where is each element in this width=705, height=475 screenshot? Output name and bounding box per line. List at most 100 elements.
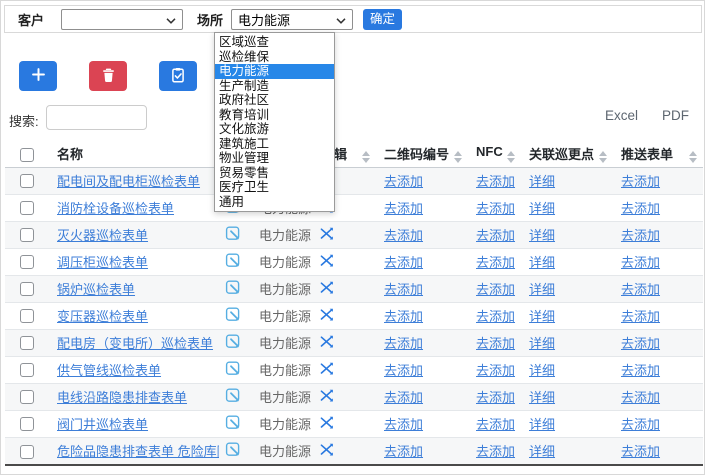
export-excel-button[interactable]: Excel	[605, 108, 638, 123]
push-add-link[interactable]: 去添加	[621, 282, 660, 297]
push-add-link[interactable]: 去添加	[621, 255, 660, 270]
row-checkbox[interactable]	[20, 390, 34, 404]
qr-add-link[interactable]: 去添加	[384, 309, 423, 324]
patrol-detail-link[interactable]: 详细	[529, 228, 555, 243]
patrol-detail-link[interactable]: 详细	[529, 282, 555, 297]
form-name-link[interactable]: 危险品隐患排查表单 危险库隐患	[57, 444, 219, 459]
patrol-detail-link[interactable]: 详细	[529, 363, 555, 378]
form-name-link[interactable]: 调压柜巡检表单	[57, 255, 148, 270]
form-name-link[interactable]: 消防栓设备巡检表单	[57, 201, 174, 216]
edit-shuffle-icon[interactable]	[319, 361, 334, 379]
edit-shuffle-icon[interactable]	[319, 442, 334, 460]
qr-add-link[interactable]: 去添加	[384, 174, 423, 189]
column-header[interactable]: NFC	[468, 141, 521, 167]
nfc-add-link[interactable]: 去添加	[476, 309, 515, 324]
row-checkbox[interactable]	[20, 445, 34, 459]
preview-icon[interactable]	[225, 414, 241, 433]
venue-option[interactable]: 巡检维保	[215, 50, 334, 65]
review-forms-button[interactable]	[159, 61, 197, 91]
delete-button[interactable]	[89, 61, 127, 91]
nfc-add-link[interactable]: 去添加	[476, 228, 515, 243]
confirm-button[interactable]: 确定	[363, 9, 402, 30]
venue-option[interactable]: 医疗卫生	[215, 180, 334, 195]
column-header[interactable]: 名称	[49, 141, 219, 167]
edit-shuffle-icon[interactable]	[319, 388, 334, 406]
sort-arrows-icon[interactable]	[689, 151, 697, 163]
push-add-link[interactable]: 去添加	[621, 174, 660, 189]
patrol-detail-link[interactable]: 详细	[529, 390, 555, 405]
nfc-add-link[interactable]: 去添加	[476, 417, 515, 432]
edit-shuffle-icon[interactable]	[319, 280, 334, 298]
push-add-link[interactable]: 去添加	[621, 363, 660, 378]
preview-icon[interactable]	[225, 306, 241, 325]
preview-icon[interactable]	[225, 252, 241, 271]
patrol-detail-link[interactable]: 详细	[529, 174, 555, 189]
patrol-detail-link[interactable]: 详细	[529, 444, 555, 459]
venue-option[interactable]: 生产制造	[215, 79, 334, 94]
row-checkbox[interactable]	[20, 336, 34, 350]
push-add-link[interactable]: 去添加	[621, 201, 660, 216]
customer-select[interactable]	[61, 9, 183, 30]
edit-shuffle-icon[interactable]	[319, 307, 334, 325]
edit-shuffle-icon[interactable]	[319, 334, 334, 352]
nfc-add-link[interactable]: 去添加	[476, 282, 515, 297]
push-add-link[interactable]: 去添加	[621, 336, 660, 351]
push-add-link[interactable]: 去添加	[621, 444, 660, 459]
venue-option[interactable]: 通用	[215, 195, 334, 210]
patrol-detail-link[interactable]: 详细	[529, 201, 555, 216]
qr-add-link[interactable]: 去添加	[384, 444, 423, 459]
select-all-checkbox[interactable]	[20, 148, 34, 162]
form-name-link[interactable]: 电线沿路隐患排查表单	[57, 390, 187, 405]
column-header[interactable]: 关联巡更点	[521, 141, 613, 167]
qr-add-link[interactable]: 去添加	[384, 336, 423, 351]
export-pdf-button[interactable]: PDF	[662, 108, 689, 123]
push-add-link[interactable]: 去添加	[621, 390, 660, 405]
edit-shuffle-icon[interactable]	[319, 415, 334, 433]
column-header[interactable]: 推送表单	[613, 141, 703, 167]
push-add-link[interactable]: 去添加	[621, 309, 660, 324]
row-checkbox[interactable]	[20, 228, 34, 242]
venue-option[interactable]: 政府社区	[215, 93, 334, 108]
sort-arrows-icon[interactable]	[362, 151, 370, 163]
row-checkbox[interactable]	[20, 201, 34, 215]
qr-add-link[interactable]: 去添加	[384, 201, 423, 216]
patrol-detail-link[interactable]: 详细	[529, 336, 555, 351]
push-add-link[interactable]: 去添加	[621, 417, 660, 432]
preview-icon[interactable]	[225, 225, 241, 244]
venue-option[interactable]: 物业管理	[215, 151, 334, 166]
venue-option[interactable]: 教育培训	[215, 108, 334, 123]
edit-shuffle-icon[interactable]	[319, 253, 334, 271]
qr-add-link[interactable]: 去添加	[384, 228, 423, 243]
venue-option[interactable]: 文化旅游	[215, 122, 334, 137]
column-header[interactable]: 二维码编号	[376, 141, 468, 167]
form-name-link[interactable]: 配电间及配电柜巡检表单	[57, 174, 200, 189]
add-button[interactable]	[19, 61, 57, 91]
sort-arrows-icon[interactable]	[599, 151, 607, 163]
form-name-link[interactable]: 锅炉巡检表单	[57, 282, 135, 297]
qr-add-link[interactable]: 去添加	[384, 282, 423, 297]
patrol-detail-link[interactable]: 详细	[529, 309, 555, 324]
qr-add-link[interactable]: 去添加	[384, 417, 423, 432]
form-name-link[interactable]: 配电房（变电所）巡检表单	[57, 336, 213, 351]
nfc-add-link[interactable]: 去添加	[476, 444, 515, 459]
search-input[interactable]	[46, 105, 147, 130]
edit-shuffle-icon[interactable]	[319, 226, 334, 244]
qr-add-link[interactable]: 去添加	[384, 255, 423, 270]
venue-select[interactable]: 电力能源	[231, 9, 353, 30]
nfc-add-link[interactable]: 去添加	[476, 174, 515, 189]
push-add-link[interactable]: 去添加	[621, 228, 660, 243]
row-checkbox[interactable]	[20, 174, 34, 188]
patrol-detail-link[interactable]: 详细	[529, 255, 555, 270]
row-checkbox[interactable]	[20, 255, 34, 269]
patrol-detail-link[interactable]: 详细	[529, 417, 555, 432]
row-checkbox[interactable]	[20, 417, 34, 431]
preview-icon[interactable]	[225, 333, 241, 352]
form-name-link[interactable]: 灭火器巡检表单	[57, 228, 148, 243]
preview-icon[interactable]	[225, 360, 241, 379]
form-name-link[interactable]: 阀门井巡检表单	[57, 417, 148, 432]
venue-option[interactable]: 建筑施工	[215, 137, 334, 152]
row-checkbox[interactable]	[20, 282, 34, 296]
venue-option[interactable]: 区域巡查	[215, 35, 334, 50]
nfc-add-link[interactable]: 去添加	[476, 201, 515, 216]
sort-arrows-icon[interactable]	[507, 151, 515, 163]
